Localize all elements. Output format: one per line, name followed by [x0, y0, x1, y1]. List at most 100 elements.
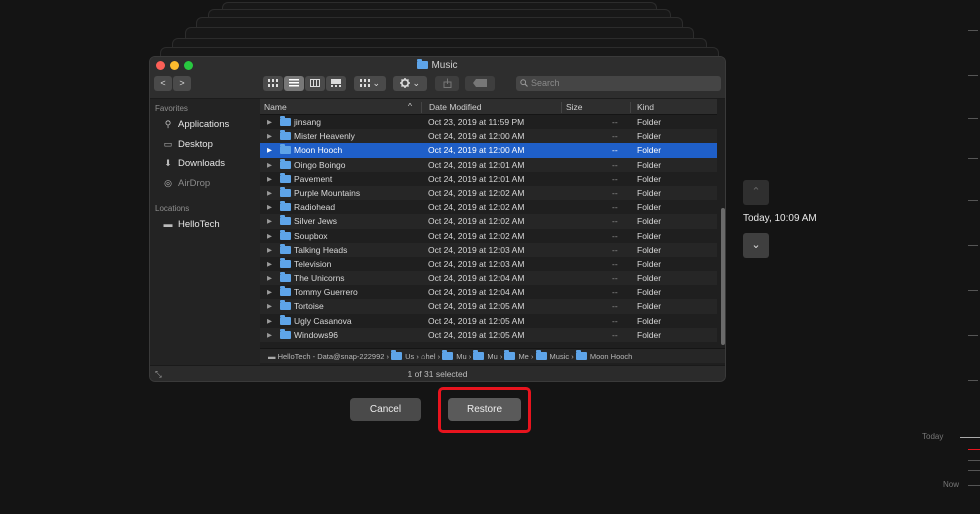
table-row[interactable]: ▶ Tortoise Oct 24, 2019 at 12:05 AM -- Folde… — [260, 299, 717, 314]
table-row[interactable]: ▶ Soupbox Oct 24, 2019 at 12:02 AM -- Folder — [260, 229, 717, 243]
path-segment[interactable]: Mu — [487, 352, 497, 361]
column-header-date-modified[interactable]: Date Modified — [429, 102, 481, 112]
applications-icon: ⚲ — [164, 119, 172, 129]
table-row[interactable]: ▶ Television Oct 24, 2019 at 12:03 AM -- Fol… — [260, 257, 717, 271]
disclosure-triangle-icon[interactable]: ▶ — [267, 317, 272, 325]
disclosure-triangle-icon[interactable]: ▶ — [267, 246, 272, 254]
path-segment[interactable]: Moon Hooch — [590, 352, 633, 361]
row-kind: Folder — [637, 187, 662, 198]
table-row[interactable]: ▶ The Unicorns Oct 24, 2019 at 12:04 AM -- F… — [260, 271, 717, 286]
scrollbar[interactable] — [719, 115, 725, 349]
list-view-button[interactable] — [284, 76, 304, 91]
table-row[interactable]: ▶ Moon Hooch Oct 24, 2019 at 12:00 AM -- Fol… — [260, 143, 717, 158]
sidebar-item-applications[interactable]: ⚲ Applications — [162, 119, 230, 130]
row-kind: Folder — [637, 273, 662, 284]
back-button[interactable]: < — [154, 76, 172, 91]
disclosure-triangle-icon[interactable]: ▶ — [267, 175, 272, 183]
status-bar: ⤡ 1 of 31 selected — [150, 365, 725, 381]
row-name: Tommy Guerrero — [280, 286, 358, 297]
table-row[interactable]: ▶ Radiohead Oct 24, 2019 at 12:02 AM -- Fold… — [260, 200, 717, 214]
table-row[interactable]: ▶ jinsang Oct 23, 2019 at 11:59 PM -- Folder — [260, 115, 717, 129]
table-row[interactable]: ▶ Purple Mountains Oct 24, 2019 at 12:02 A… — [260, 185, 717, 201]
path-segment[interactable]: Me — [518, 352, 528, 361]
column-header-kind[interactable]: Kind — [637, 102, 654, 112]
table-row[interactable]: ▶ Silver Jews Oct 24, 2019 at 12:02 AM -- Fo… — [260, 214, 717, 229]
row-name: Talking Heads — [280, 243, 347, 255]
folder-icon — [504, 350, 516, 360]
path-bar: ▬ HelloTech - Data@snap-222992 › Us › ⌂h… — [260, 348, 725, 363]
group-by-button[interactable]: ⌄ — [354, 76, 386, 91]
row-kind: Folder — [637, 230, 662, 241]
sidebar-item-desktop[interactable]: ▭ Desktop — [162, 139, 213, 150]
restore-button[interactable]: Restore — [448, 398, 521, 421]
row-size: -- — [612, 287, 618, 298]
path-segment[interactable]: HelloTech - Data@snap-222992 — [278, 352, 385, 361]
sidebar-item-airdrop[interactable]: ◎ AirDrop — [162, 178, 210, 189]
disclosure-triangle-icon[interactable]: ▶ — [267, 132, 272, 140]
disclosure-triangle-icon[interactable]: ▶ — [267, 260, 272, 268]
path-segment[interactable]: Music — [550, 352, 570, 361]
table-row[interactable]: ▶ Ugly Casanova Oct 24, 2019 at 12:05 AM --… — [260, 314, 717, 328]
finder-window: Music < > ⌄ ⌄ Search Favorites ⚲ Applica… — [149, 56, 726, 382]
row-date: Oct 24, 2019 at 12:02 AM — [428, 216, 525, 227]
row-size: -- — [612, 145, 618, 156]
forward-button[interactable]: > — [173, 76, 191, 91]
folder-icon — [280, 130, 291, 141]
path-segment[interactable]: Us — [405, 352, 414, 361]
timeline[interactable] — [960, 0, 980, 514]
newer-snapshot-button[interactable]: ⌃ — [743, 180, 769, 205]
disclosure-triangle-icon[interactable]: ▶ — [267, 288, 272, 296]
search-input[interactable]: Search — [516, 76, 721, 91]
action-menu-button[interactable]: ⌄ — [393, 76, 427, 91]
row-date: Oct 24, 2019 at 12:00 AM — [428, 145, 525, 156]
cancel-button[interactable]: Cancel — [350, 398, 421, 421]
row-date: Oct 24, 2019 at 12:01 AM — [428, 173, 525, 184]
row-kind: Folder — [637, 173, 662, 184]
path-segment[interactable]: hel — [426, 352, 436, 361]
path-segment[interactable]: Mu — [456, 352, 466, 361]
disclosure-triangle-icon[interactable]: ▶ — [267, 118, 272, 126]
older-snapshot-button[interactable]: ⌄ — [743, 233, 769, 258]
disclosure-triangle-icon[interactable]: ▶ — [267, 146, 272, 154]
row-kind: Folder — [637, 202, 662, 213]
row-date: Oct 24, 2019 at 12:02 AM — [428, 230, 525, 241]
disclosure-triangle-icon[interactable]: ▶ — [267, 161, 272, 169]
disclosure-triangle-icon[interactable]: ▶ — [267, 217, 272, 225]
row-date: Oct 24, 2019 at 12:03 AM — [428, 244, 525, 255]
row-name: Oingo Boingo — [280, 158, 346, 170]
table-row[interactable]: ▶ Pavement Oct 24, 2019 at 12:01 AM -- Folde… — [260, 172, 717, 186]
row-date: Oct 24, 2019 at 12:04 AM — [428, 287, 525, 298]
folder-icon — [473, 350, 485, 360]
row-name: jinsang — [280, 116, 321, 127]
disclosure-triangle-icon[interactable]: ▶ — [267, 189, 272, 197]
desktop-icon: ▭ — [163, 139, 173, 149]
table-row[interactable]: ▶ Tommy Guerrero Oct 24, 2019 at 12:04 AM -… — [260, 285, 717, 299]
chevron-right-icon: › — [386, 352, 390, 361]
tag-button[interactable] — [465, 76, 495, 91]
row-size: -- — [612, 258, 618, 269]
chevron-down-icon: ⌄ — [412, 78, 421, 88]
table-row[interactable]: ▶ Talking Heads Oct 24, 2019 at 12:03 AM --… — [260, 242, 717, 257]
share-button[interactable] — [435, 76, 459, 91]
disclosure-triangle-icon[interactable]: ▶ — [267, 274, 272, 282]
icon-view-button[interactable] — [263, 76, 283, 91]
folder-icon — [575, 350, 587, 360]
sidebar-item-hellotech[interactable]: ▬ HelloTech — [162, 219, 220, 230]
table-row[interactable]: ▶ Windows96 Oct 24, 2019 at 12:05 AM -- Fold… — [260, 327, 717, 342]
row-size: -- — [612, 159, 618, 170]
gallery-view-button[interactable] — [326, 76, 346, 91]
table-row[interactable]: ▶ Mister Heavenly Oct 24, 2019 at 12:00 AM… — [260, 129, 717, 144]
disclosure-triangle-icon[interactable]: ▶ — [267, 232, 272, 240]
column-view-button[interactable] — [305, 76, 325, 91]
disclosure-triangle-icon[interactable]: ▶ — [267, 302, 272, 310]
table-row[interactable]: ▶ Oingo Boingo Oct 24, 2019 at 12:01 AM -- F… — [260, 157, 717, 172]
row-kind: Folder — [637, 329, 662, 340]
disclosure-triangle-icon[interactable]: ▶ — [267, 203, 272, 211]
disclosure-triangle-icon[interactable]: ▶ — [267, 331, 272, 339]
scrollbar-thumb[interactable] — [721, 208, 725, 345]
column-header-size[interactable]: Size — [566, 102, 583, 112]
column-header-name[interactable]: Name — [264, 102, 287, 112]
sidebar-item-downloads[interactable]: ⬇ Downloads — [162, 158, 225, 169]
row-date: Oct 24, 2019 at 12:02 AM — [428, 187, 525, 198]
chevron-right-icon: › — [468, 352, 472, 361]
